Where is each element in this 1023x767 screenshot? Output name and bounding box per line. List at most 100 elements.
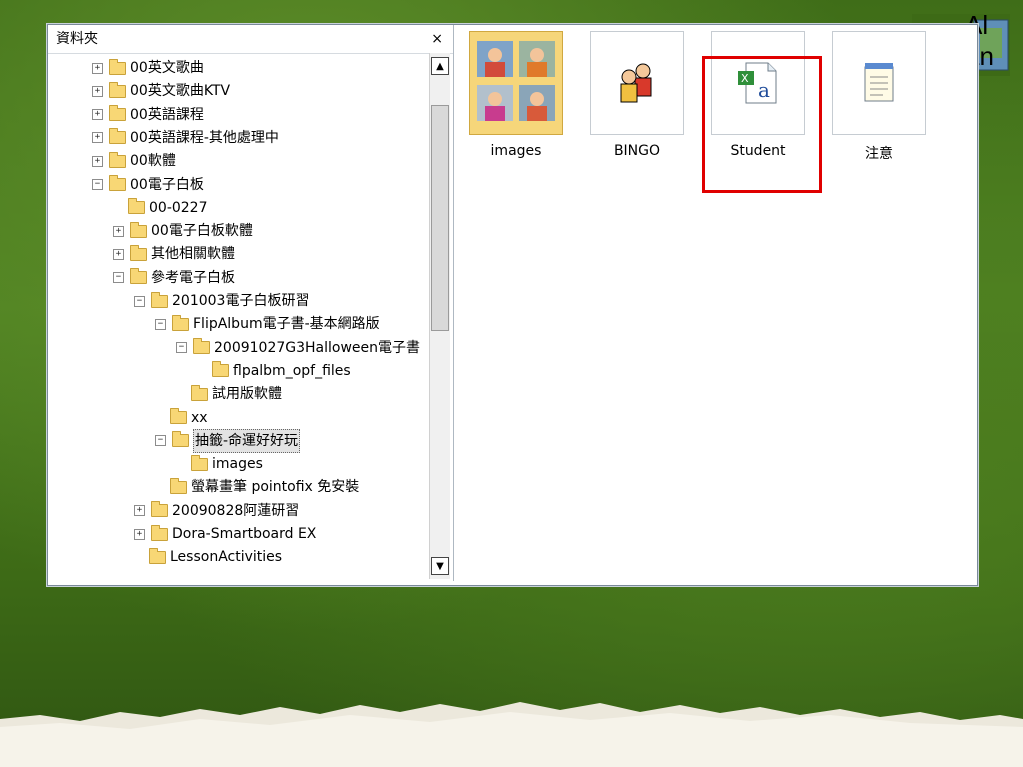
expand-icon[interactable]: + — [113, 225, 124, 237]
folder-icon — [151, 291, 168, 308]
tree-item-label: 00電子白板軟體 — [151, 223, 253, 240]
tree-item-label: Dora-Smartboard EX — [172, 526, 317, 542]
tree-item[interactable]: − FlipAlbum電子書-基本網路版 — [155, 313, 380, 335]
expand-icon[interactable]: + — [134, 505, 145, 517]
tree-item-label: 螢幕畫筆 pointofix 免安裝 — [191, 479, 360, 496]
expand-icon[interactable]: + — [92, 132, 103, 144]
tree-item[interactable]: + 其他相關軟體 — [113, 243, 235, 265]
folder-icon — [109, 175, 126, 191]
tree-item[interactable]: 00-0227 — [128, 197, 208, 219]
tree-item[interactable]: − 00電子白板 — [92, 174, 204, 196]
tree-item-label: 其他相關軟體 — [151, 246, 235, 263]
tree-item-label: 抽籤-命運好好玩 — [193, 428, 301, 453]
tree-scrollbar[interactable]: ▲ ▼ — [429, 53, 450, 579]
close-pane-button[interactable]: × — [431, 25, 443, 53]
folder-icon — [172, 431, 189, 448]
folder-tree: +00英文歌曲 +00英文歌曲KTV +00英語課程 +00英語課程-其他處理中 +00… — [48, 53, 428, 578]
folder-icon — [128, 198, 145, 215]
collapse-icon[interactable]: − — [113, 272, 124, 284]
folder-icon — [170, 408, 187, 424]
folder-icon — [109, 128, 126, 145]
scroll-up-button[interactable]: ▲ — [431, 57, 449, 75]
tree-item-label: xx — [191, 409, 208, 426]
tree-item-label: 試用版軟體 — [212, 386, 282, 403]
tree-item[interactable]: +00軟體 — [92, 150, 176, 172]
folder-pane-header: 資料夾 × — [48, 25, 453, 54]
collapse-icon[interactable]: − — [176, 342, 187, 354]
folder-tree-pane: 資料夾 × +00英文歌曲 +00英文歌曲KTV +00英語課程 +00英語課程-其他… — [48, 25, 454, 581]
tree-item[interactable]: − 參考電子白板 — [113, 267, 235, 289]
folder-icon — [109, 151, 126, 168]
folder-icon — [212, 361, 229, 378]
file-label: 注意 — [865, 146, 893, 162]
tree-item-label: 00軟體 — [130, 153, 176, 170]
explorer-window: 資料夾 × +00英文歌曲 +00英文歌曲KTV +00英語課程 +00英語課程-其他… — [47, 24, 978, 586]
expand-icon[interactable]: + — [92, 85, 103, 97]
expand-icon[interactable]: + — [92, 109, 103, 121]
tree-item[interactable]: +00英文歌曲KTV — [92, 80, 230, 102]
tree-item[interactable]: 螢幕畫筆 pointofix 免安裝 — [170, 476, 359, 498]
selection-highlight-box — [702, 56, 822, 193]
file-item-images[interactable]: images — [466, 31, 566, 159]
folder-icon — [151, 501, 168, 518]
tree-item[interactable]: +00電子白板軟體 — [113, 220, 253, 242]
file-item-notice[interactable]: 注意 — [829, 31, 929, 163]
folder-icon — [109, 58, 126, 75]
tree-item[interactable]: +00英語課程-其他處理中 — [92, 127, 279, 149]
folder-icon — [170, 477, 187, 494]
folder-icon — [191, 454, 208, 471]
children-icon — [590, 31, 684, 135]
tree-item-label: 參考電子白板 — [151, 269, 235, 286]
tree-item-label: 00英文歌曲 — [130, 60, 204, 76]
expand-icon[interactable]: + — [113, 248, 124, 260]
scroll-thumb[interactable] — [431, 105, 449, 331]
notepad-icon — [832, 31, 926, 135]
file-label: images — [490, 143, 542, 159]
tree-item-label: FlipAlbum電子書-基本網路版 — [193, 316, 380, 333]
tree-item-label: 00英語課程 — [130, 106, 204, 123]
folder-icon — [130, 244, 147, 261]
folder-icon — [130, 221, 147, 238]
tree-item[interactable]: − 抽籤-命運好好玩 — [155, 428, 301, 453]
tree-item-label: 00-0227 — [149, 199, 208, 216]
tree-item[interactable]: +20090828阿蓮研習 — [134, 500, 299, 522]
collapse-icon[interactable]: − — [92, 179, 103, 190]
file-label: BINGO — [613, 143, 661, 159]
tree-item[interactable]: − 201003電子白板研習 — [134, 290, 309, 312]
folder-icon — [193, 338, 210, 355]
tree-item[interactable]: flpalbm_opf_files — [212, 360, 351, 382]
folder-icon — [109, 105, 126, 122]
tree-item[interactable]: − 20091027G3Halloween電子書 — [176, 337, 420, 359]
tree-item[interactable]: xx — [170, 407, 208, 429]
tree-item[interactable]: images — [191, 453, 263, 475]
tree-item[interactable]: LessonActivities — [149, 546, 282, 568]
tree-item-label: 00英語課程-其他處理中 — [130, 129, 279, 146]
expand-icon[interactable]: + — [92, 62, 103, 74]
folder-icon — [172, 314, 189, 331]
tree-item-label: 00英文歌曲KTV — [130, 83, 231, 100]
tree-item-label: 20090828阿蓮研習 — [172, 502, 300, 519]
tree-item[interactable]: 試用版軟體 — [191, 383, 282, 405]
tree-item-label: 20091027G3Halloween電子書 — [214, 339, 421, 356]
tree-item-label: flpalbm_opf_files — [233, 362, 351, 379]
tree-item-label: LessonActivities — [170, 549, 283, 566]
collapse-icon[interactable]: − — [134, 295, 145, 307]
torn-paper-decoration — [0, 702, 1023, 767]
folder-icon — [149, 547, 166, 564]
collapse-icon[interactable]: − — [155, 318, 166, 330]
file-item-bingo[interactable]: BINGO — [587, 31, 687, 159]
expand-icon[interactable]: + — [134, 528, 145, 540]
folder-icon — [130, 268, 147, 285]
tree-item[interactable]: +00英文歌曲 — [92, 57, 204, 79]
tree-item-label: 00電子白板 — [130, 176, 204, 193]
scroll-down-button[interactable]: ▼ — [431, 557, 449, 575]
collapse-icon[interactable]: − — [155, 435, 166, 447]
expand-icon[interactable]: + — [92, 155, 103, 167]
tree-item-label: images — [212, 456, 263, 473]
tree-item[interactable]: + Dora-Smartboard EX — [134, 523, 316, 545]
folder-photos-icon — [469, 31, 563, 135]
folder-icon — [191, 384, 208, 401]
tree-item[interactable]: +00英語課程 — [92, 104, 204, 126]
folder-icon — [151, 524, 168, 541]
tree-item-label: 201003電子白板研習 — [172, 293, 310, 309]
